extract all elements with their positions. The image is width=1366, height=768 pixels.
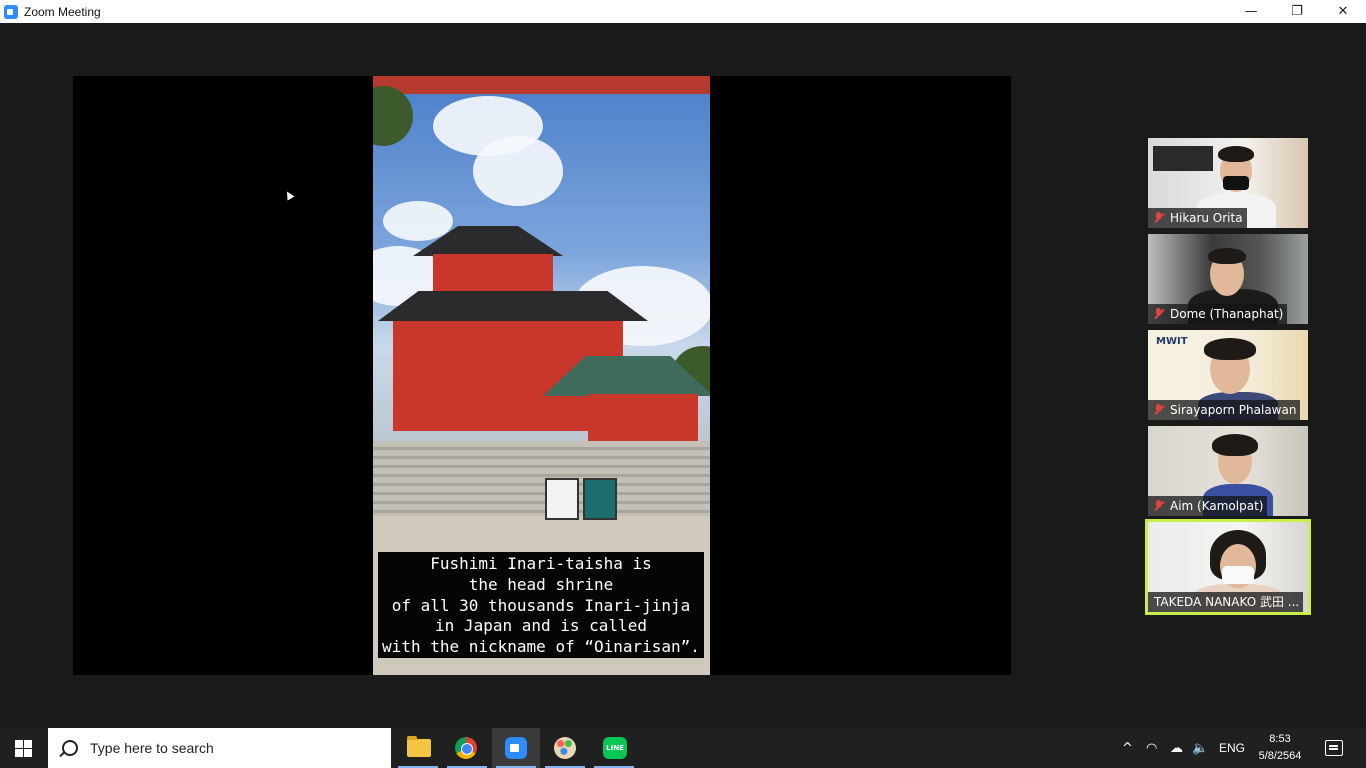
caption-line: with the nickname of “Oinarisan”. <box>382 637 700 657</box>
notice-sign <box>545 478 579 520</box>
upper-wall <box>433 254 553 294</box>
onedrive-button[interactable]: ☁ <box>1170 728 1183 768</box>
taskbar-clock[interactable]: 8:53 5/8/2564 <box>1250 731 1310 765</box>
person-hair <box>1204 338 1256 360</box>
participant-name: TAKEDA NANAKO 武田 ... <box>1148 592 1304 612</box>
caption-line: of all 30 thousands Inari-jinja <box>391 595 691 615</box>
close-button[interactable]: ✕ <box>1320 0 1366 23</box>
speaker-icon: 🔈 <box>1192 740 1209 756</box>
paint-button[interactable] <box>541 728 589 768</box>
search-icon <box>62 740 78 756</box>
cloud-icon: ☁ <box>1170 740 1183 756</box>
school-logo: MWIT <box>1156 336 1188 347</box>
minimize-button[interactable]: — <box>1228 0 1274 23</box>
monitor <box>1153 146 1213 171</box>
zoom-taskbar-button[interactable] <box>492 728 540 768</box>
muted-mic-icon <box>1154 500 1164 512</box>
chrome-icon <box>455 737 477 759</box>
person-hair <box>1208 248 1246 264</box>
participant-name: Sirayaporn Phalawan <box>1148 400 1301 420</box>
line-app-icon: LINE <box>603 737 627 759</box>
participant-tile[interactable]: MWIT Sirayaporn Phalawan <box>1148 330 1308 420</box>
caption-line: the head shrine <box>468 574 614 594</box>
participant-name: Aim (Kamolpat) <box>1148 496 1268 516</box>
shrine-photo: Fushimi Inari-taisha is the head shrine … <box>373 76 710 675</box>
participant-name: Dome (Thanaphat) <box>1148 304 1288 324</box>
participant-tile-active-speaker[interactable]: TAKEDA NANAKO 武田 ... <box>1145 519 1311 615</box>
muted-mic-icon <box>1154 308 1164 320</box>
paint-palette-icon <box>554 737 576 759</box>
window-controls: — ❐ ✕ <box>1228 0 1366 23</box>
chevron-up-icon: ^ <box>1122 740 1133 756</box>
window-title: Zoom Meeting <box>24 4 101 19</box>
person-hair <box>1212 434 1258 456</box>
middle-roof <box>378 291 648 321</box>
mask-sign <box>583 478 617 520</box>
volume-button[interactable]: 🔈 <box>1192 728 1208 768</box>
caption-line: in Japan and is called <box>435 616 647 636</box>
clock-time: 8:53 <box>1269 733 1291 745</box>
participant-name: Hikaru Orita <box>1148 208 1247 228</box>
clock-date: 5/8/2564 <box>1258 750 1302 762</box>
participant-tile[interactable]: Dome (Thanaphat) <box>1148 234 1308 324</box>
language-indicator[interactable]: ENG <box>1219 728 1245 768</box>
notification-center-icon[interactable] <box>1325 740 1343 756</box>
participant-tile[interactable]: Hikaru Orita <box>1148 138 1308 228</box>
person-hair <box>1218 146 1254 162</box>
folder-icon <box>407 736 431 757</box>
zoom-icon <box>505 737 527 759</box>
cloud <box>473 136 563 206</box>
caption-box: Fushimi Inari-taisha is the head shrine … <box>378 552 704 658</box>
torii-beam <box>373 76 710 94</box>
line-button[interactable]: LINE <box>590 728 638 768</box>
face-mask <box>1223 176 1249 190</box>
zoom-icon <box>4 4 18 19</box>
taskbar: Type here to search LINE ^ ◠ ☁ 🔈 ENG 8:5… <box>0 728 1366 768</box>
taskbar-search-box[interactable]: Type here to search <box>48 728 391 768</box>
shared-screen[interactable]: Fushimi Inari-taisha is the head shrine … <box>73 76 1011 675</box>
muted-mic-icon <box>1154 212 1164 224</box>
tree <box>373 86 413 146</box>
muted-mic-icon <box>1154 404 1164 416</box>
cloud <box>383 201 453 241</box>
chrome-button[interactable] <box>443 728 491 768</box>
wifi-icon: ◠ <box>1146 740 1158 756</box>
restore-button[interactable]: ❐ <box>1274 0 1320 23</box>
file-explorer-button[interactable] <box>394 728 442 768</box>
show-hidden-icons-button[interactable]: ^ <box>1122 728 1133 768</box>
caption-line: Fushimi Inari-taisha is <box>430 554 652 573</box>
participant-tile[interactable]: Aim (Kamolpat) <box>1148 426 1308 516</box>
network-button[interactable]: ◠ <box>1146 728 1157 768</box>
face-mask <box>1222 566 1254 584</box>
windows-start-button[interactable] <box>15 740 32 757</box>
title-bar: Zoom Meeting — ❐ ✕ <box>0 0 1366 23</box>
search-placeholder: Type here to search <box>90 740 214 756</box>
